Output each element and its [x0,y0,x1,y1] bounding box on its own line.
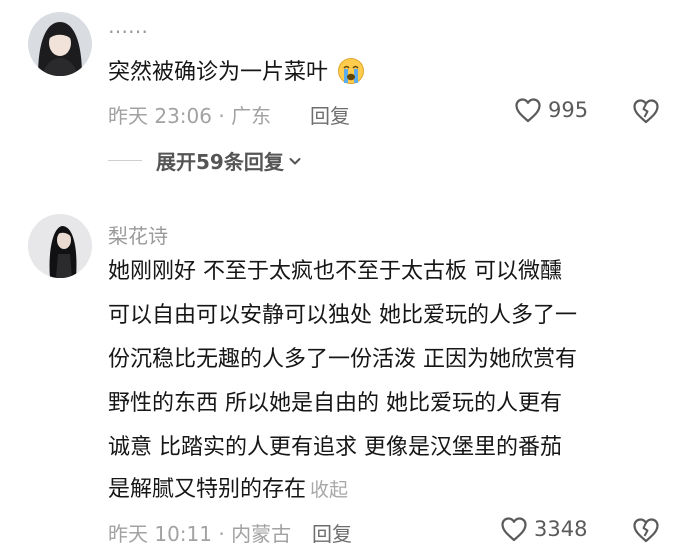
comment-line: 是解腻又特别的存在 [108,477,307,502]
avatar[interactable] [28,12,92,76]
chevron-down-icon [288,154,302,168]
username[interactable]: 梨花诗 [108,220,168,249]
like-button[interactable]: 3348 [500,516,587,542]
comment-line: 她刚刚好 不至于太疯也不至于太古板 可以微醺 [108,259,562,284]
reply-button[interactable]: 回复 [310,100,350,129]
comment-text: 突然被确诊为一片菜叶 [108,54,365,86]
collapse-link[interactable]: 收起 [310,479,348,501]
comment-line: 可以自由可以安静可以独处 她比爱玩的人多了一 [108,303,577,328]
avatar[interactable] [28,214,92,278]
comment-body: 突然被确诊为一片菜叶 [108,60,329,85]
comment-meta: 昨天 10:11 · 内蒙古 [108,522,292,546]
like-count: 3348 [534,517,588,541]
comment-line: 野性的东西 所以她是自由的 她比爱玩的人更有 [108,391,562,416]
divider-line [108,160,142,161]
expand-replies-label: 展开59条回复 [156,150,284,174]
heart-icon [500,516,528,542]
reply-button[interactable]: 回复 [312,518,352,547]
like-button[interactable]: 995 [514,97,588,123]
dislike-broken-heart-icon[interactable] [632,517,660,543]
expand-replies-button[interactable]: 展开59条回复 [108,146,302,175]
comment-line-last: 是解腻又特别的存在 收起 [108,476,348,504]
dislike-broken-heart-icon[interactable] [632,98,660,124]
comment-line: 诚意 比踏实的人更有追求 更像是汉堡里的番茄 [108,435,562,460]
username[interactable]: …… [108,14,148,38]
heart-icon [514,97,542,123]
like-count: 995 [548,98,589,122]
crying-emoji-icon [337,57,365,85]
comment-meta: 昨天 23:06 · 广东 [108,104,272,128]
comment-line: 份沉稳比无趣的人多了一份活泼 正因为她欣赏有 [108,347,577,372]
